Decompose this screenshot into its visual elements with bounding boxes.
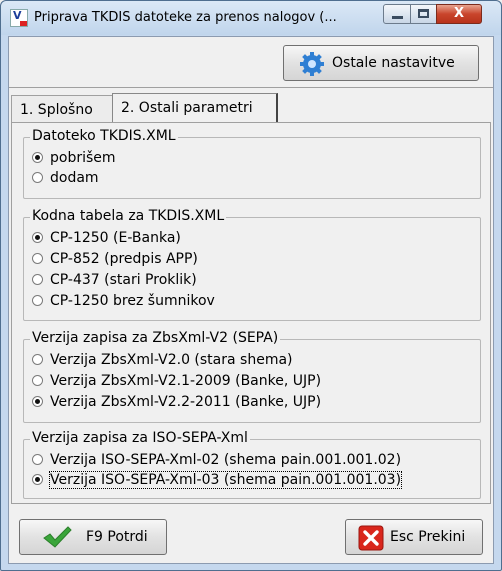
radio-cp1250-label: CP-1250 (E-Banka) <box>50 230 181 246</box>
maximize-icon <box>418 9 429 18</box>
radio-append-circle[interactable] <box>32 172 43 183</box>
tab-other-parameters[interactable]: 2. Ostali parametri <box>112 93 278 123</box>
cancel-x-icon <box>358 525 384 551</box>
group-zbs-version-title: Verzija zapisa za ZbsXml-V2 (SEPA) <box>30 330 281 346</box>
radio-zbs-v22[interactable]: Verzija ZbsXml-V2.2-2011 (Banke, UJP) <box>32 392 321 412</box>
radio-cp852-circle[interactable] <box>32 253 43 264</box>
group-file-mode-title: Datoteko TKDIS.XML <box>30 128 178 144</box>
confirm-button[interactable]: F9 Potrdi <box>19 519 167 555</box>
app-icon[interactable]: V <box>10 9 28 27</box>
radio-cp437-circle[interactable] <box>32 274 43 285</box>
radio-zbs-v22-label: Verzija ZbsXml-V2.2-2011 (Banke, UJP) <box>50 394 322 410</box>
group-file-mode: Datoteko TKDIS.XML pobrišem dodam <box>23 128 481 199</box>
title-bar[interactable]: V Priprava TKDIS datoteke za prenos nalo… <box>1 1 501 35</box>
group-code-page-title: Kodna tabela za TKDIS.XML <box>30 208 227 224</box>
radio-zbs-v21[interactable]: Verzija ZbsXml-V2.1-2009 (Banke, UJP) <box>32 371 321 391</box>
maximize-button[interactable] <box>410 4 437 24</box>
radio-zbs-v21-circle[interactable] <box>32 375 43 386</box>
radio-cp437[interactable]: CP-437 (stari Proklik) <box>32 270 197 290</box>
radio-iso-02-circle[interactable] <box>32 454 43 465</box>
radio-cp852[interactable]: CP-852 (predpis APP) <box>32 249 198 269</box>
dialog-window: V Priprava TKDIS datoteke za prenos nalo… <box>0 0 502 571</box>
tab-general[interactable]: 1. Splošno <box>11 95 114 123</box>
radio-overwrite[interactable]: pobrišem <box>32 148 116 168</box>
cancel-button[interactable]: Esc Prekini <box>345 519 483 555</box>
radio-zbs-v21-label: Verzija ZbsXml-V2.1-2009 (Banke, UJP) <box>50 373 322 389</box>
checkmark-icon <box>43 526 72 548</box>
minimize-button[interactable] <box>383 4 411 24</box>
radio-cp437-label: CP-437 (stari Proklik) <box>50 272 197 288</box>
app-icon-badge <box>20 21 27 26</box>
radio-zbs-v20-circle[interactable] <box>32 354 43 365</box>
radio-zbs-v22-circle[interactable] <box>32 396 43 407</box>
group-iso-version: Verzija zapisa za ISO-SEPA-Xml Verzija I… <box>23 430 481 499</box>
radio-cp852-label: CP-852 (predpis APP) <box>50 251 198 267</box>
radio-append-label: dodam <box>50 170 99 186</box>
radio-append[interactable]: dodam <box>32 168 99 188</box>
radio-iso-02-label: Verzija ISO-SEPA-Xml-02 (shema pain.001.… <box>50 452 402 468</box>
group-code-page: Kodna tabela za TKDIS.XML CP-1250 (E-Ban… <box>23 208 481 321</box>
radio-zbs-v20-label: Verzija ZbsXml-V2.0 (stara shema) <box>50 352 293 368</box>
group-zbs-version: Verzija zapisa za ZbsXml-V2 (SEPA) Verzi… <box>23 330 481 423</box>
tab-panel: Datoteko TKDIS.XML pobrišem dodam Kodna … <box>11 122 491 504</box>
radio-overwrite-circle[interactable] <box>32 152 43 163</box>
close-button[interactable]: X <box>436 4 482 24</box>
gear-icon <box>300 52 324 76</box>
tab-general-label: 1. Splošno <box>20 102 93 118</box>
toolbar-separator <box>9 87 493 88</box>
radio-cp1250-no-diacritics-label: CP-1250 brez šumnikov <box>50 293 215 309</box>
close-icon: X <box>453 6 465 21</box>
radio-iso-03[interactable]: Verzija ISO-SEPA-Xml-03 (shema pain.001.… <box>32 470 403 490</box>
radio-iso-03-label: Verzija ISO-SEPA-Xml-03 (shema pain.001.… <box>48 471 403 489</box>
client-area: Ostale nastavitve 1. Splošno 2. Ostali p… <box>8 36 494 564</box>
radio-overwrite-label: pobrišem <box>50 150 116 166</box>
window-title: Priprava TKDIS datoteke za prenos nalogo… <box>34 10 337 25</box>
group-iso-version-title: Verzija zapisa za ISO-SEPA-Xml <box>30 430 250 446</box>
radio-cp1250[interactable]: CP-1250 (E-Banka) <box>32 228 181 248</box>
tab-other-parameters-label: 2. Ostali parametri <box>121 100 253 116</box>
other-settings-button[interactable]: Ostale nastavitve <box>283 45 479 81</box>
radio-cp1250-no-diacritics[interactable]: CP-1250 brez šumnikov <box>32 291 215 311</box>
radio-iso-03-circle[interactable] <box>32 474 43 485</box>
confirm-label: F9 Potrdi <box>86 529 148 545</box>
radio-iso-02[interactable]: Verzija ISO-SEPA-Xml-02 (shema pain.001.… <box>32 450 401 470</box>
cancel-label: Esc Prekini <box>390 529 466 545</box>
radio-zbs-v20[interactable]: Verzija ZbsXml-V2.0 (stara shema) <box>32 350 293 370</box>
minimize-icon <box>392 16 403 19</box>
other-settings-label: Ostale nastavitve <box>332 55 455 71</box>
radio-cp1250-circle[interactable] <box>32 232 43 243</box>
radio-cp1250-no-diacritics-circle[interactable] <box>32 295 43 306</box>
